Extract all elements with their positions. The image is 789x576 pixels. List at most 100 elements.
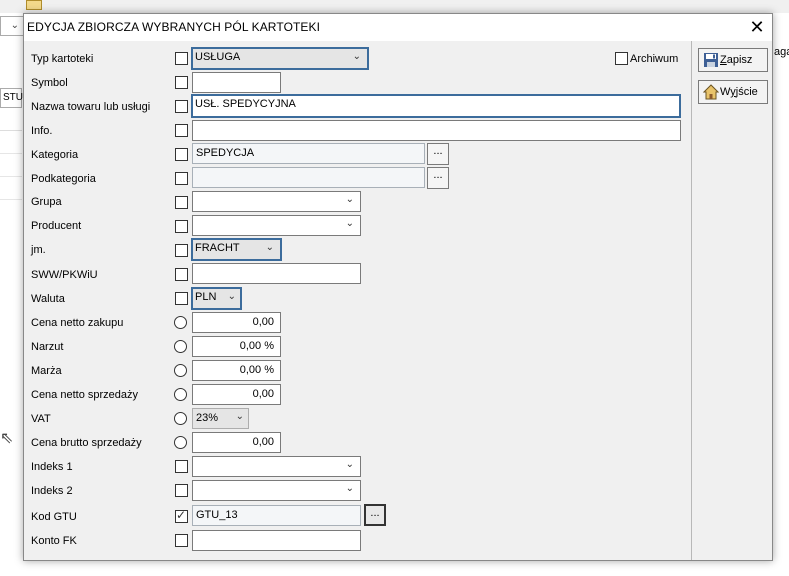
dialog-title: EDYCJA ZBIORCZA WYBRANYCH PÓL KARTOTEKI <box>27 20 321 34</box>
select-waluta[interactable]: PLN ⌄ <box>191 287 242 310</box>
label-symbol: Symbol <box>31 77 68 89</box>
checkbox-archiwum[interactable] <box>615 52 628 65</box>
label-typ-kartoteki: Typ kartoteki <box>31 53 94 65</box>
select-jm[interactable]: FRACHT ⌄ <box>191 238 282 261</box>
chevron-down-icon: ⌄ <box>345 459 354 470</box>
label-narzut: Narzut <box>31 341 64 353</box>
select-typ-kartoteki[interactable]: USŁUGA ⌄ <box>191 47 369 70</box>
checkbox-nazwa[interactable] <box>175 100 188 113</box>
checkbox-info[interactable] <box>175 124 188 137</box>
label-indeks2: Indeks 2 <box>31 485 73 497</box>
label-vat: VAT <box>31 413 51 425</box>
close-icon[interactable]: ✕ <box>742 14 772 41</box>
form-area: Typ kartoteki USŁUGA ⌄ Archiwum Symbol N… <box>24 41 691 560</box>
kategoria-browse-button[interactable]: ... <box>427 143 449 165</box>
house-icon <box>703 84 719 100</box>
floppy-disk-icon <box>704 53 718 67</box>
checkbox-indeks1[interactable] <box>175 460 188 473</box>
background-dropdown[interactable]: ⌄ <box>0 16 24 36</box>
input-cena-brutto-sprzedazy[interactable]: 0,00 <box>192 432 281 453</box>
folder-icon <box>26 0 42 10</box>
label-grupa: Grupa <box>31 196 62 208</box>
input-konto-fk[interactable] <box>192 530 361 551</box>
select-vat[interactable]: 23% ⌄ <box>192 408 249 429</box>
input-marza[interactable]: 0,00 % <box>192 360 281 381</box>
chevron-down-icon: ⌄ <box>352 51 361 62</box>
input-narzut[interactable]: 0,00 % <box>192 336 281 357</box>
label-marza: Marża <box>31 365 62 377</box>
checkbox-symbol[interactable] <box>175 76 188 89</box>
chevron-down-icon: ⌄ <box>265 242 274 253</box>
radio-cena-netto-sprzedazy[interactable] <box>174 388 187 401</box>
radio-cena-brutto-sprzedazy[interactable] <box>174 436 187 449</box>
label-kategoria: Kategoria <box>31 149 79 161</box>
podkategoria-browse-button[interactable]: ... <box>427 167 449 189</box>
background-toolbar <box>0 0 789 13</box>
label-cena-netto-zakupu: Cena netto zakupu <box>31 317 124 329</box>
label-info: Info. <box>31 125 53 137</box>
select-indeks1[interactable]: ⌄ <box>192 456 361 477</box>
checkbox-kod-gtu[interactable] <box>175 508 188 523</box>
checkbox-indeks2[interactable] <box>175 484 188 497</box>
select-indeks2[interactable]: ⌄ <box>192 480 361 501</box>
chevron-down-icon: ⌄ <box>345 218 354 229</box>
input-symbol[interactable] <box>192 72 281 93</box>
chevron-down-icon: ⌄ <box>235 411 244 422</box>
checkbox-jm[interactable] <box>175 244 188 257</box>
background-right-text: aga <box>774 46 789 58</box>
chevron-down-icon: ⌄ <box>345 483 354 494</box>
label-cena-netto-sprzedazy: Cena netto sprzedaży <box>31 389 139 401</box>
input-sww[interactable] <box>192 263 361 284</box>
label-producent: Producent <box>31 220 82 232</box>
checkbox-podkategoria[interactable] <box>175 172 188 185</box>
select-typ-kartoteki-value: USŁUGA <box>195 51 241 63</box>
checkbox-kategoria[interactable] <box>175 148 188 161</box>
kod-gtu-browse-button[interactable]: ... <box>364 504 386 526</box>
chevron-down-icon: ⌄ <box>10 20 19 31</box>
background-gtu-cell: STU <box>0 88 23 108</box>
label-waluta: Waluta <box>31 293 65 305</box>
input-cena-netto-sprzedazy[interactable]: 0,00 <box>192 384 281 405</box>
label-konto-fk: Konto FK <box>31 535 77 547</box>
select-vat-value: 23% <box>196 412 219 424</box>
label-sww: SWW/PKWiU <box>31 269 98 281</box>
select-waluta-value: PLN <box>195 291 217 303</box>
radio-narzut[interactable] <box>174 340 187 353</box>
radio-cena-netto-zakupu[interactable] <box>174 316 187 329</box>
checkbox-konto-fk[interactable] <box>175 534 188 547</box>
action-panel: Zapisz Wyjście <box>691 41 772 560</box>
label-kod-gtu: Kod GTU <box>31 511 77 523</box>
chevron-down-icon: ⌄ <box>227 291 236 302</box>
label-podkategoria: Podkategoria <box>31 173 96 185</box>
mouse-cursor-icon: ⇖ <box>0 430 14 447</box>
input-podkategoria[interactable] <box>192 167 425 188</box>
checkbox-producent[interactable] <box>175 220 188 233</box>
exit-button[interactable]: Wyjście <box>698 80 768 104</box>
checkbox-typ-kartoteki[interactable] <box>175 52 188 65</box>
input-nazwa[interactable]: USŁ. SPEDYCYJNA <box>191 94 681 118</box>
exit-button-label: Wyjście <box>720 86 758 98</box>
checkbox-waluta[interactable] <box>175 292 188 305</box>
select-jm-value: FRACHT <box>195 242 240 254</box>
background-list <box>0 130 22 200</box>
label-cena-brutto-sprzedazy: Cena brutto sprzedaży <box>31 437 142 449</box>
label-nazwa: Nazwa towaru lub usługi <box>31 101 151 113</box>
input-cena-netto-zakupu[interactable]: 0,00 <box>192 312 281 333</box>
input-kategoria[interactable]: SPEDYCJA <box>192 143 425 164</box>
input-kod-gtu[interactable]: GTU_13 <box>192 505 361 526</box>
label-jm: jm. <box>31 244 46 256</box>
save-button-label: Zapisz <box>720 54 753 66</box>
dialog-titlebar: EDYCJA ZBIORCZA WYBRANYCH PÓL KARTOTEKI … <box>24 14 772 41</box>
checkbox-sww[interactable] <box>175 268 188 281</box>
bulk-edit-dialog: EDYCJA ZBIORCZA WYBRANYCH PÓL KARTOTEKI … <box>23 13 773 561</box>
select-grupa[interactable]: ⌄ <box>192 191 361 212</box>
input-info[interactable] <box>192 120 681 141</box>
radio-marza[interactable] <box>174 364 187 377</box>
radio-vat[interactable] <box>174 412 187 425</box>
label-indeks1: Indeks 1 <box>31 461 73 473</box>
save-button[interactable]: Zapisz <box>698 48 768 72</box>
select-producent[interactable]: ⌄ <box>192 215 361 236</box>
chevron-down-icon: ⌄ <box>345 194 354 205</box>
label-archiwum: Archiwum <box>630 53 679 65</box>
checkbox-grupa[interactable] <box>175 196 188 209</box>
